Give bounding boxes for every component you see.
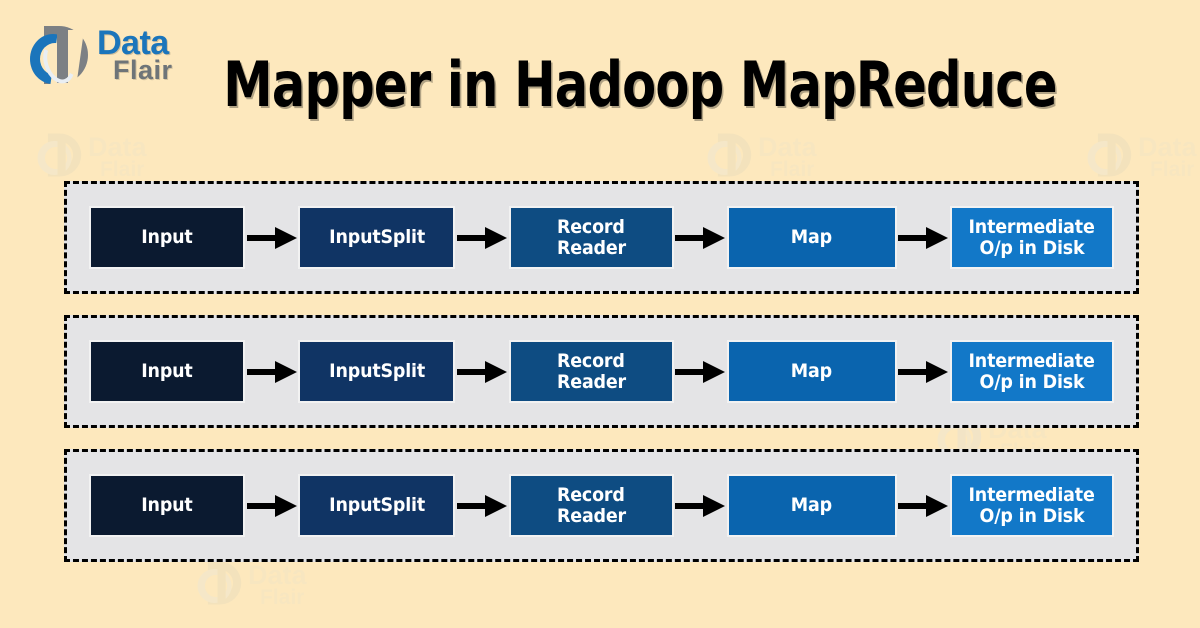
flow-node-label-line1: Intermediate bbox=[968, 349, 1096, 372]
arrow-right-icon bbox=[455, 359, 508, 385]
flow-node-inputsplit[interactable]: InputSplit bbox=[298, 340, 456, 403]
flow-node-label-line1: Intermediate bbox=[968, 215, 1096, 238]
flow-node-label: InputSplit bbox=[328, 494, 425, 517]
arrow-right-icon bbox=[897, 225, 950, 251]
flow-node-input[interactable]: Input bbox=[89, 206, 245, 269]
dataflair-logo-icon bbox=[196, 560, 242, 611]
flow-node-recordreader[interactable]: Record Reader bbox=[508, 340, 674, 403]
arrow-right-icon bbox=[897, 359, 950, 385]
flow-node-intermediate[interactable]: Intermediate O/p in Disk bbox=[950, 206, 1114, 269]
arrow-right-icon bbox=[245, 493, 298, 519]
arrow-right-icon bbox=[674, 493, 727, 519]
flow-node-intermediate[interactable]: Intermediate O/p in Disk bbox=[950, 340, 1114, 403]
flow-node-label: Input bbox=[141, 494, 193, 517]
flow-node-map[interactable]: Map bbox=[726, 474, 897, 537]
arrow-right-icon bbox=[455, 493, 508, 519]
flow-node-label-line2: O/p in Disk bbox=[979, 236, 1085, 259]
flow-node-label-line2: Reader bbox=[556, 370, 626, 393]
flow-node-label: Input bbox=[141, 360, 193, 383]
watermark-text: Data Flair bbox=[758, 134, 817, 182]
watermark-text-secondary: Flair bbox=[100, 158, 145, 182]
flow-node-map[interactable]: Map bbox=[726, 340, 897, 403]
arrow-right-icon bbox=[245, 359, 298, 385]
flow-node-recordreader[interactable]: Record Reader bbox=[508, 206, 674, 269]
flow-node-input[interactable]: Input bbox=[89, 474, 245, 537]
arrow-right-icon bbox=[897, 493, 950, 519]
flow-node-recordreader[interactable]: Record Reader bbox=[508, 474, 674, 537]
flow-row: Input InputSplit Record Reader Map Inter… bbox=[64, 315, 1139, 428]
flow-node-label: Input bbox=[141, 226, 193, 249]
header: Data Flair Mapper in Hadoop MapReduce bbox=[0, 0, 1200, 140]
flow-node-input[interactable]: Input bbox=[89, 340, 245, 403]
flow-node-label-line2: O/p in Disk bbox=[979, 370, 1085, 393]
watermark-text: Data Flair bbox=[248, 560, 307, 610]
flow-node-label: Map bbox=[791, 360, 833, 383]
flow-node-label-line1: Record bbox=[557, 483, 625, 506]
arrow-right-icon bbox=[674, 225, 727, 251]
flow-node-label-line1: Record bbox=[557, 215, 625, 238]
flow-node-inputsplit[interactable]: InputSplit bbox=[298, 206, 456, 269]
flow-node-label-line1: Intermediate bbox=[968, 483, 1096, 506]
flow-node-map[interactable]: Map bbox=[726, 206, 897, 269]
flow-node-label-line2: Reader bbox=[556, 236, 626, 259]
flow-node-intermediate[interactable]: Intermediate O/p in Disk bbox=[950, 474, 1114, 537]
flow-row: Input InputSplit Record Reader Map Inter… bbox=[64, 181, 1139, 294]
flow-node-label-line1: Record bbox=[557, 349, 625, 372]
watermark-text-secondary: Flair bbox=[770, 158, 815, 182]
watermark-text-primary: Data bbox=[248, 560, 307, 591]
mapper-flow-diagram: Input InputSplit Record Reader Map Inter… bbox=[64, 181, 1139, 562]
page-title: Mapper in Hadoop MapReduce bbox=[223, 48, 1057, 121]
flow-node-label: InputSplit bbox=[328, 226, 425, 249]
flow-row: Input InputSplit Record Reader Map Inter… bbox=[64, 449, 1139, 562]
flow-node-label: InputSplit bbox=[328, 360, 425, 383]
flow-node-inputsplit[interactable]: InputSplit bbox=[298, 474, 456, 537]
arrow-right-icon bbox=[455, 225, 508, 251]
watermark-text-secondary: Flair bbox=[260, 586, 305, 610]
watermark-logo-5: Data Flair bbox=[196, 560, 307, 611]
watermark-text-secondary: Flair bbox=[1150, 158, 1195, 182]
flow-node-label: Map bbox=[791, 494, 833, 517]
flow-node-label-line2: Reader bbox=[556, 504, 626, 527]
flow-node-label-line2: O/p in Disk bbox=[979, 504, 1085, 527]
dataflair-logo-icon bbox=[28, 24, 90, 88]
arrow-right-icon bbox=[245, 225, 298, 251]
watermark-text: Data Flair bbox=[88, 134, 147, 182]
arrow-right-icon bbox=[674, 359, 727, 385]
watermark-text: Data Flair bbox=[1138, 134, 1197, 182]
flow-node-label: Map bbox=[791, 226, 833, 249]
